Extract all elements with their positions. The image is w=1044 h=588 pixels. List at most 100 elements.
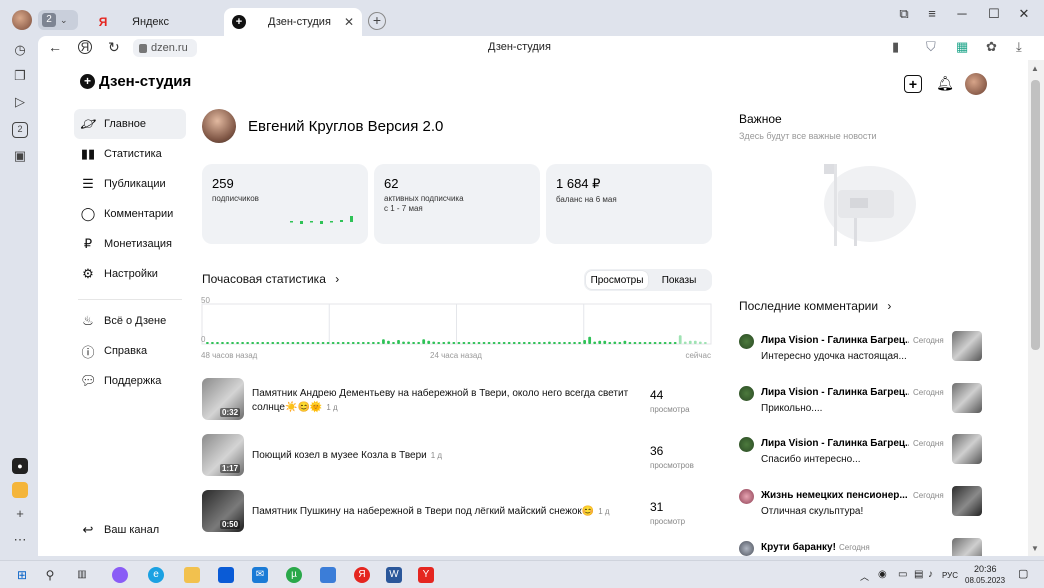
- comment-item[interactable]: Лира Vision - Галинка Багрец... Сегодня …: [739, 383, 983, 423]
- stack-icon: ☰: [82, 176, 94, 191]
- comment-item[interactable]: Лира Vision - Галинка Багрец... Сегодня …: [739, 434, 983, 474]
- more-icon[interactable]: ⋯: [12, 532, 28, 548]
- add-panel-icon[interactable]: +: [12, 506, 28, 522]
- edge-icon[interactable]: e: [148, 567, 164, 583]
- chart-bar: [698, 341, 702, 344]
- chart-bar: [256, 342, 260, 344]
- chart-bar: [417, 342, 421, 344]
- sidebar-item-about-dzen[interactable]: ♨ Всё о Дзене: [74, 306, 186, 336]
- sidebar-item-your-channel[interactable]: ↩ Ваш канал: [74, 515, 186, 545]
- hourly-stats-title[interactable]: Почасовая статистика ›: [202, 272, 339, 286]
- search-icon[interactable]: ⚲: [42, 567, 58, 583]
- history-icon[interactable]: ◷: [12, 42, 28, 58]
- tab-dzen-studio[interactable]: + Дзен-студия ✕: [224, 8, 362, 36]
- create-button[interactable]: +: [904, 75, 922, 93]
- sidebar-item-publications[interactable]: ☰ Публикации: [74, 169, 186, 199]
- tray-app-icon[interactable]: ◉: [878, 569, 887, 580]
- chart-bar: [578, 342, 581, 344]
- mail-icon[interactable]: ✉: [252, 567, 268, 583]
- store-icon[interactable]: [218, 567, 234, 583]
- windows-start-icon[interactable]: ⊞: [14, 567, 30, 583]
- balance-card[interactable]: 1 684 ₽ баланс на 6 мая: [546, 164, 712, 244]
- hamburger-icon[interactable]: ≡: [920, 6, 944, 21]
- word-icon[interactable]: W: [386, 567, 402, 583]
- chart-bar: [497, 342, 501, 344]
- scrollbar-thumb[interactable]: [1031, 80, 1040, 350]
- network-app-icon[interactable]: [320, 567, 336, 583]
- latest-comments-title[interactable]: Последние комментарии ›: [739, 299, 891, 313]
- sidebar-item-main[interactable]: 🪐︎ Главное: [74, 109, 186, 139]
- new-tab-button[interactable]: +: [368, 12, 386, 30]
- tab-yandex[interactable]: Я Яндекс: [88, 8, 220, 36]
- chart-bar: [286, 342, 290, 344]
- minimize-icon[interactable]: ─: [950, 6, 974, 21]
- commenter-avatar: [739, 386, 754, 401]
- reload-icon[interactable]: ↻: [108, 39, 120, 56]
- user-avatar[interactable]: [965, 73, 987, 95]
- yandex-browser-icon[interactable]: Y: [418, 567, 434, 583]
- bell-icon[interactable]: 🔔︎: [936, 75, 954, 93]
- notification-icon[interactable]: ▢: [1018, 567, 1028, 580]
- yandex-home-icon[interactable]: Я: [78, 40, 92, 54]
- bookmark-icon[interactable]: ▮: [892, 39, 899, 55]
- shield-icon[interactable]: ⛉: [926, 39, 936, 55]
- extension-icon[interactable]: ▦: [956, 39, 968, 55]
- scroll-up-icon[interactable]: ▲: [1031, 64, 1039, 73]
- publication-row[interactable]: 0:32 Памятник Андрею Дементьеву на набер…: [202, 378, 712, 424]
- browser-window: ← Я ↻ dzen.ru Дзен-студия ▮ ⛉ ▦ ✿ ⤓ + Дз…: [38, 36, 1044, 556]
- scroll-down-icon[interactable]: ▼: [1031, 544, 1039, 553]
- language-indicator[interactable]: РУС: [942, 571, 958, 580]
- back-icon[interactable]: ←: [48, 39, 62, 55]
- alice-taskbar-icon[interactable]: [112, 567, 128, 583]
- publication-row[interactable]: 1:17 Поющий козел в музее Козла в Твери 1…: [202, 434, 712, 480]
- tab-views[interactable]: Просмотры: [586, 271, 648, 289]
- page-scrollbar[interactable]: ▲ ▼: [1028, 60, 1044, 556]
- stat-label: активных подписчика: [384, 194, 464, 203]
- dzen-logo[interactable]: + Дзен-студия: [80, 73, 191, 90]
- gallery-icon[interactable]: ▣: [12, 148, 28, 164]
- comment-item[interactable]: Жизнь немецких пенсионер... Сегодня Отли…: [739, 486, 983, 526]
- tabs-count-icon[interactable]: 2: [12, 122, 28, 138]
- tab-group-button[interactable]: 2 ⌄: [38, 10, 78, 30]
- chart-bar: [643, 342, 647, 344]
- battery-icon[interactable]: ▭: [898, 569, 907, 580]
- sidebar-item-support[interactable]: 💬︎ Поддержка: [74, 366, 186, 396]
- tray-chevron-icon[interactable]: ︿: [860, 570, 869, 583]
- clock-date[interactable]: 08.05.2023: [965, 576, 1005, 585]
- explorer-icon[interactable]: [184, 567, 200, 583]
- profile-avatar[interactable]: [12, 10, 32, 30]
- download-icon[interactable]: ⤓: [1016, 39, 1022, 55]
- publication-row[interactable]: 0:50 Памятник Пушкину на набережной в Тв…: [202, 490, 712, 536]
- close-tab-icon[interactable]: ✕: [344, 15, 354, 29]
- maximize-icon[interactable]: ☐: [982, 6, 1006, 22]
- alice-icon[interactable]: ●: [12, 458, 28, 474]
- volume-icon[interactable]: ♪: [928, 569, 933, 580]
- comment-item[interactable]: Крути баранку! Сегодня: [739, 538, 983, 556]
- clock-time[interactable]: 20:36: [974, 564, 997, 574]
- url-field[interactable]: dzen.ru: [133, 39, 197, 57]
- collections-icon[interactable]: ❐: [12, 68, 28, 84]
- chart-bar: [206, 342, 209, 344]
- chart-bar: [427, 340, 431, 344]
- tab-impressions[interactable]: Показы: [648, 271, 710, 289]
- utorrent-icon[interactable]: µ: [286, 567, 302, 583]
- network-icon[interactable]: ▤: [914, 569, 923, 580]
- sidebar-item-comments[interactable]: ◯ Комментарии: [74, 199, 186, 229]
- close-icon[interactable]: ✕: [1012, 6, 1036, 22]
- comment-icon: ◯: [80, 206, 96, 221]
- sidebar-item-settings[interactable]: ⚙ Настройки: [74, 259, 186, 289]
- sidebar-item-statistics[interactable]: ▮▮ Статистика: [74, 139, 186, 169]
- mail-app-icon[interactable]: [12, 482, 28, 498]
- chart-bar: [311, 342, 315, 344]
- play-icon[interactable]: ▷: [12, 94, 28, 110]
- subscribers-card[interactable]: 259 подписчиков: [202, 164, 368, 244]
- sidebar-item-help[interactable]: ⓘ Справка: [74, 336, 186, 366]
- active-subscribers-card[interactable]: 62 активных подписчика с 1 - 7 мая: [374, 164, 540, 244]
- channel-profile[interactable]: Евгений Круглов Версия 2.0: [202, 109, 443, 143]
- restore-tabs-icon[interactable]: ⧉: [892, 6, 916, 22]
- sidebar-item-monetization[interactable]: ₽ Монетизация: [74, 229, 186, 259]
- task-view-icon[interactable]: ▥: [74, 567, 90, 583]
- yandex-icon[interactable]: Я: [354, 567, 370, 583]
- extensions-puzzle-icon[interactable]: ✿: [986, 39, 997, 55]
- comment-item[interactable]: Лира Vision - Галинка Багрец... Сегодня …: [739, 331, 983, 371]
